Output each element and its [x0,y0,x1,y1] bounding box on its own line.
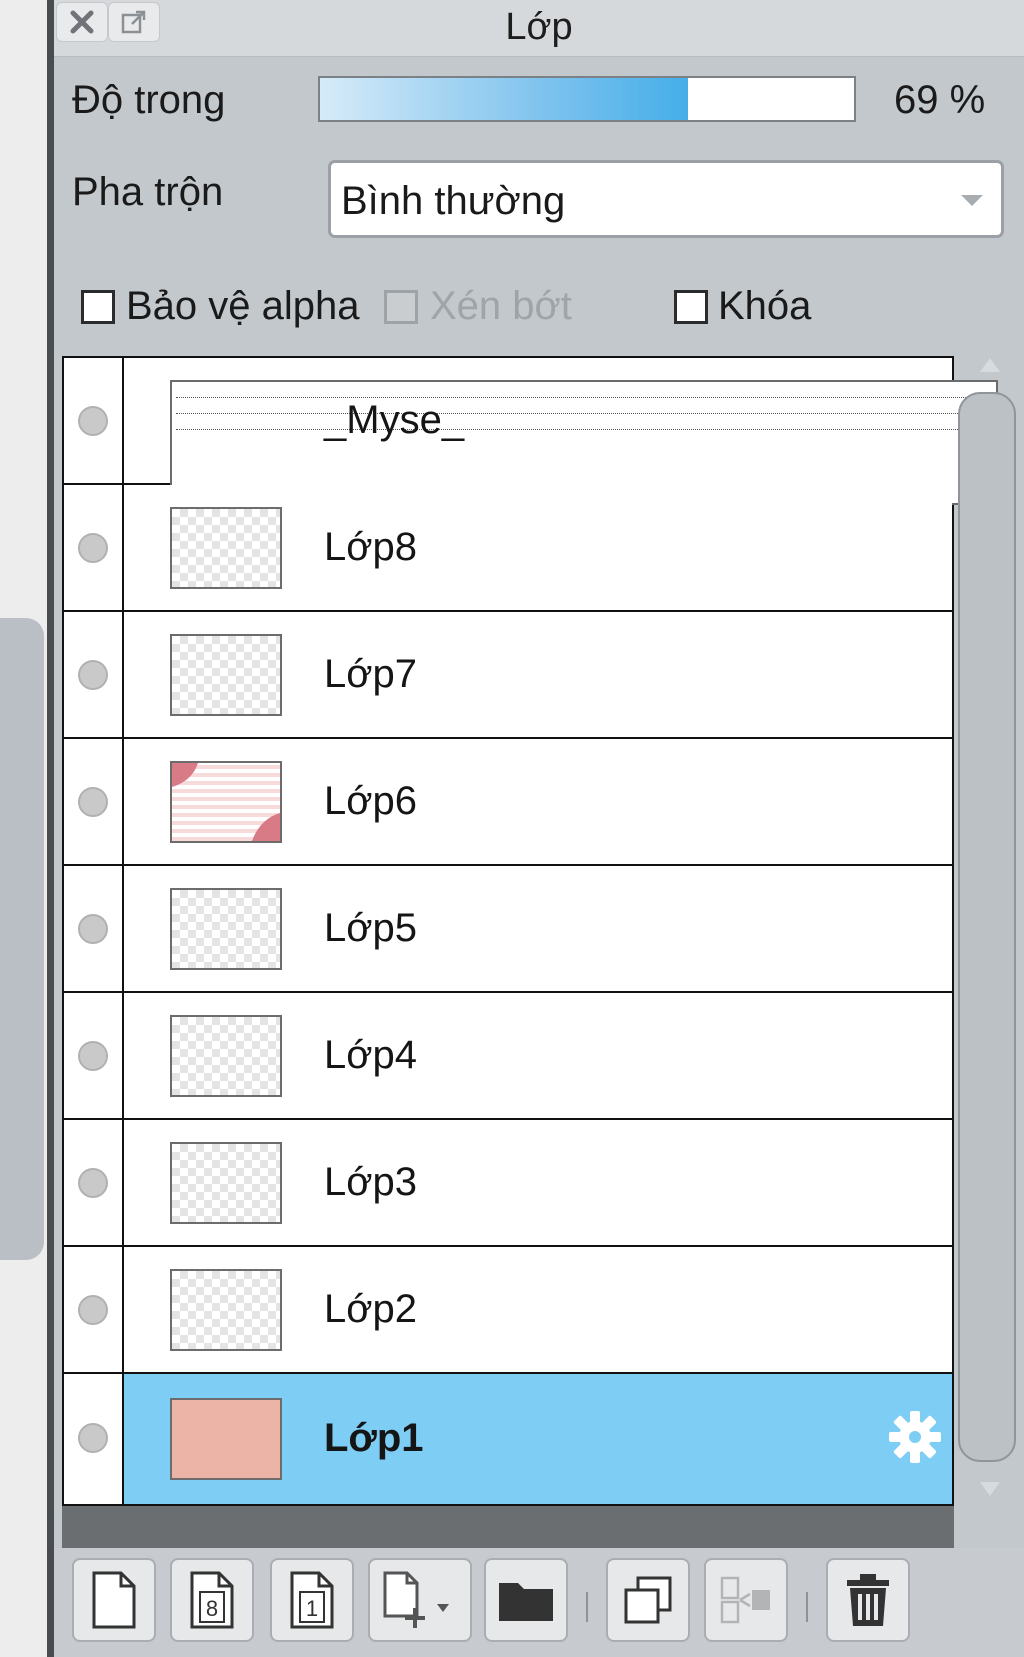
alpha-protect-label[interactable]: Bảo vệ alpha [126,284,360,329]
layer-name: Lớp4 [324,1033,417,1077]
visibility-icon [78,1041,108,1071]
layer-thumbnail [170,1398,282,1480]
layer-name: Lớp6 [324,779,417,823]
layer-row[interactable]: Lớp7 [64,612,952,739]
panel-divider[interactable] [47,0,54,1657]
merge-down-icon [720,1576,770,1624]
toolbar-separator [806,1592,808,1622]
side-panel-tab[interactable] [0,618,44,1260]
delete-layer-button[interactable] [826,1558,910,1642]
panel-title: Lớp [505,6,573,48]
layer-name: Lớp3 [324,1160,417,1204]
opacity-slider[interactable] [318,76,856,122]
scroll-down-icon[interactable] [980,1482,1000,1496]
visibility-toggle[interactable] [64,358,124,483]
layer-settings-button[interactable] [886,1408,944,1471]
layer-panel: Lớp Độ trong 69 % Pha trộn Bình thường B… [54,0,1024,1657]
blend-mode-select[interactable]: Bình thường [328,160,1004,238]
layer-name: Lớp2 [324,1287,417,1331]
duplicate-layer-icon [624,1576,672,1624]
layer-thumbnail [170,634,282,716]
scroll-up-icon[interactable] [980,358,1000,372]
visibility-icon [78,533,108,563]
visibility-toggle[interactable] [64,739,124,864]
layer-row[interactable]: _Myse_ [64,358,998,505]
chevron-down-icon [961,195,983,206]
clipping-checkbox[interactable] [384,290,418,324]
visibility-toggle[interactable] [64,1247,124,1372]
visibility-toggle[interactable] [64,1374,124,1504]
visibility-icon [78,914,108,944]
layer-name: Lớp8 [324,525,417,569]
clipping-label: Xén bớt [430,284,572,328]
new-8bit-layer-icon: 8 [190,1571,234,1629]
visibility-icon [78,787,108,817]
duplicate-layer-button[interactable] [606,1558,690,1642]
layer-row-selected[interactable]: Lớp1 [64,1374,952,1504]
layer-list: _Myse_ Lớp8 Lớp7 Lớp6 Lớp5 Lớp4 Lớp3 Lớp… [62,356,998,1506]
layer-thumbnail [170,507,282,589]
toolbar-separator [586,1592,588,1622]
new-1bit-layer-icon: 1 [290,1571,334,1629]
lock-checkbox[interactable] [674,290,708,324]
layer-row[interactable]: Lớp4 [64,993,952,1120]
new-folder-icon [499,1583,553,1621]
add-layer-menu-icon [383,1571,449,1628]
new-layer-icon [92,1571,136,1629]
panel-titlebar: Lớp [54,0,1024,57]
new-layer-button[interactable] [72,1558,156,1642]
blend-label: Pha trộn [72,170,224,214]
visibility-toggle[interactable] [64,866,124,991]
layer-thumbnail [170,761,282,843]
layer-name: _Myse_ [324,398,465,442]
visibility-icon [78,1423,108,1453]
layer-thumbnail [170,888,282,970]
svg-text:8: 8 [206,1596,218,1621]
visibility-toggle[interactable] [64,1120,124,1245]
canvas-area-edge [0,0,47,1657]
layer-thumbnail [170,1015,282,1097]
visibility-icon [78,1168,108,1198]
scroll-thumb[interactable] [958,392,1016,1462]
visibility-icon [78,406,108,436]
new-8bit-layer-button[interactable]: 8 [170,1558,254,1642]
delete-layer-icon [847,1574,889,1626]
layer-row[interactable]: Lớp3 [64,1120,952,1247]
add-layer-menu-button[interactable] [368,1558,472,1642]
layer-name: Lớp5 [324,906,417,950]
layer-toolbar: 8 1 [54,1548,1024,1657]
visibility-toggle[interactable] [64,485,124,610]
opacity-value: 69 % [894,78,986,122]
visibility-toggle[interactable] [64,612,124,737]
opacity-label: Độ trong [72,78,226,122]
new-folder-button[interactable] [484,1558,568,1642]
layer-scrollbar[interactable] [956,352,1020,1512]
opacity-slider-fill [320,78,689,120]
layer-row[interactable]: Lớp5 [64,866,952,993]
blend-mode-value: Bình thường [341,179,566,223]
new-1bit-layer-button[interactable]: 1 [270,1558,354,1642]
layer-row[interactable]: Lớp8 [64,485,952,612]
visibility-toggle[interactable] [64,993,124,1118]
merge-down-button[interactable] [704,1558,788,1642]
gear-icon [889,1411,941,1463]
svg-text:1: 1 [306,1596,318,1621]
layer-name: Lớp1 [324,1416,424,1460]
visibility-icon [78,1295,108,1325]
layer-list-footer [62,1506,954,1548]
visibility-icon [78,660,108,690]
layer-name: Lớp7 [324,652,417,696]
lock-label[interactable]: Khóa [718,284,811,329]
layer-thumbnail [170,1269,282,1351]
layer-row[interactable]: Lớp2 [64,1247,952,1374]
layer-thumbnail [170,1142,282,1224]
layer-row[interactable]: Lớp6 [64,739,952,866]
alpha-protect-checkbox[interactable] [81,290,115,324]
